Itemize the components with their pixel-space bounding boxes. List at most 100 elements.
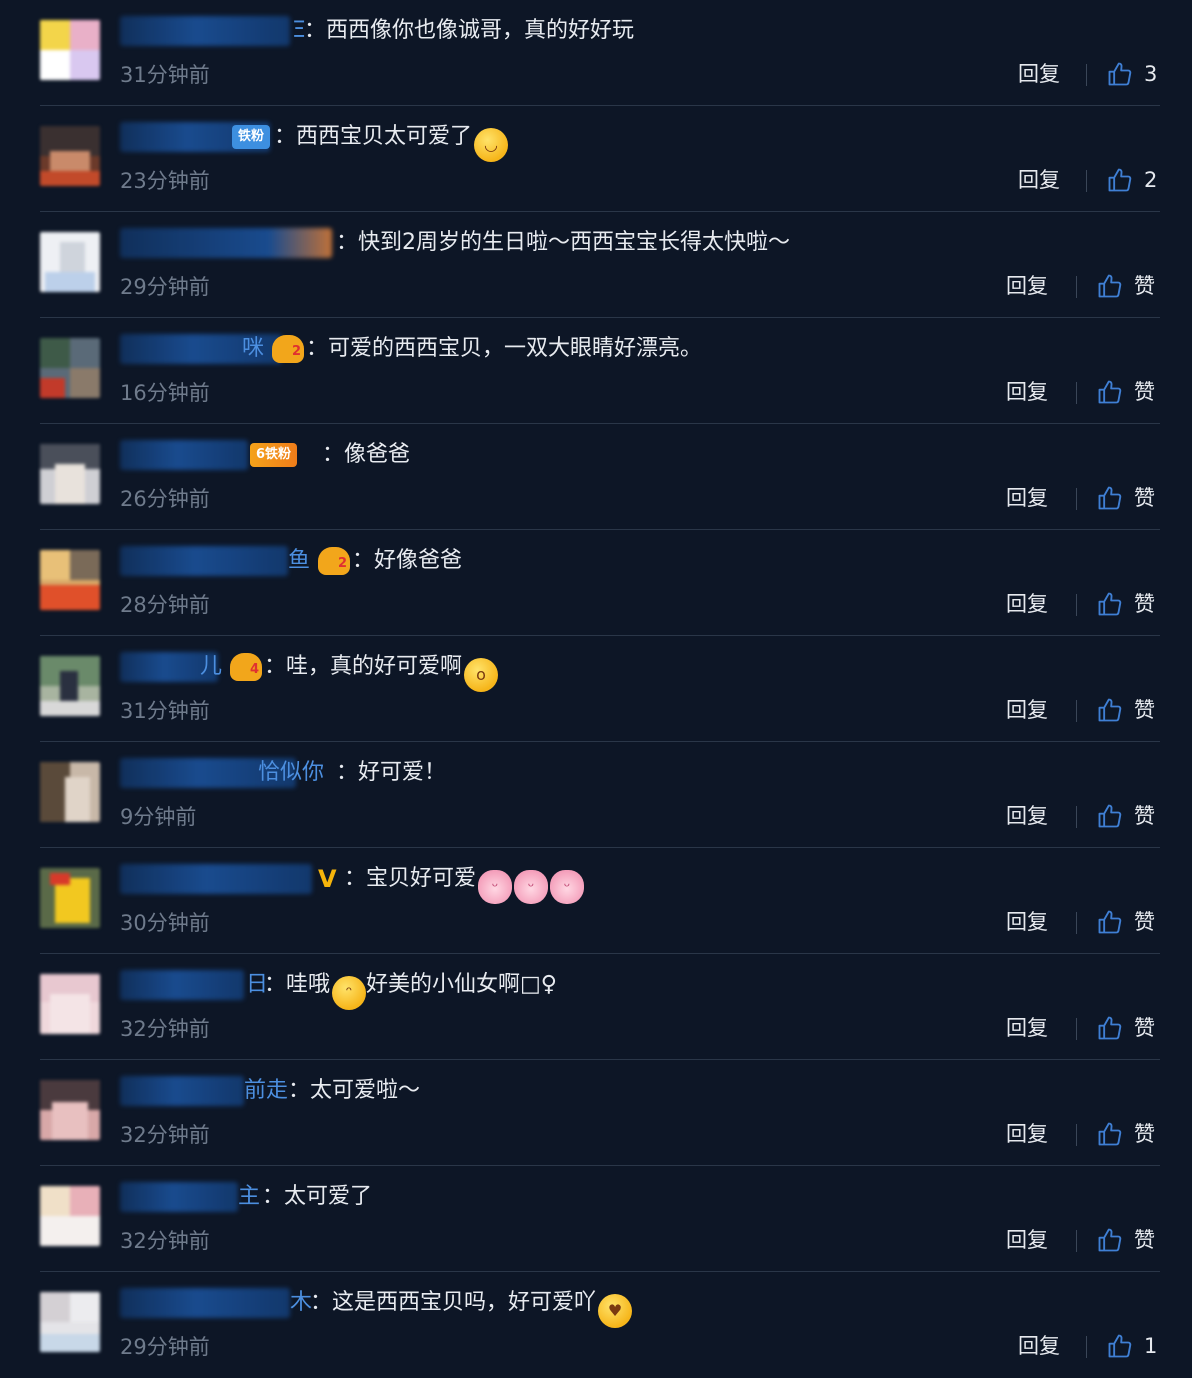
like-count[interactable]: 1 xyxy=(1144,1330,1157,1362)
avatar[interactable] xyxy=(40,974,100,1034)
fan-level-badge: 2 xyxy=(318,547,350,575)
like-count[interactable]: 3 xyxy=(1144,58,1157,90)
username-tail[interactable]: 鱼 xyxy=(288,546,310,576)
comment-item: 主 ：太可爱了 32分钟前 回复 赞 xyxy=(40,1166,1160,1272)
fan-level-badge: 2 xyxy=(272,335,304,363)
emoji-shy-icon: ᵔ xyxy=(332,976,367,1010)
username-blurred[interactable] xyxy=(120,440,248,470)
reply-button[interactable]: 回复 xyxy=(1006,270,1048,302)
timestamp: 30分钟前 xyxy=(120,911,210,935)
like-label[interactable]: 赞 xyxy=(1134,1224,1155,1256)
avatar[interactable] xyxy=(40,868,100,928)
reply-button[interactable]: 回复 xyxy=(1006,800,1048,832)
avatar[interactable] xyxy=(40,338,100,398)
reply-button[interactable]: 回复 xyxy=(1006,1012,1048,1044)
avatar[interactable] xyxy=(40,1186,100,1246)
comment-item: 儿 4 ：哇，真的好可爱啊 o 31分钟前 回复 赞 xyxy=(40,636,1160,742)
emoji-surprised-icon: o xyxy=(464,658,499,692)
timestamp: 29分钟前 xyxy=(120,275,210,299)
username-tail[interactable]: 主 xyxy=(238,1182,260,1212)
thumbs-up-icon[interactable] xyxy=(1096,484,1124,512)
avatar[interactable] xyxy=(40,762,100,822)
comment-item: 咪 2 ：可爱的西西宝贝，一双大眼睛好漂亮。 16分钟前 回复 赞 xyxy=(40,318,1160,424)
timestamp: 32分钟前 xyxy=(120,1123,210,1147)
thumbs-up-icon[interactable] xyxy=(1106,166,1134,194)
divider xyxy=(1076,700,1077,722)
reply-button[interactable]: 回复 xyxy=(1006,376,1048,408)
thumbs-up-icon[interactable] xyxy=(1096,378,1124,406)
username-blurred[interactable] xyxy=(120,228,332,258)
reply-button[interactable]: 回复 xyxy=(1018,164,1060,196)
like-label[interactable]: 赞 xyxy=(1134,270,1155,302)
comment-text: ：好像爸爸 xyxy=(352,548,463,573)
comment-text: ：这是西西宝贝吗，好可爱吖 ♥ xyxy=(310,1288,633,1328)
timestamp: 31分钟前 xyxy=(120,699,210,723)
thumbs-up-icon[interactable] xyxy=(1096,1120,1124,1148)
reply-button[interactable]: 回复 xyxy=(1006,588,1048,620)
username-blurred[interactable] xyxy=(120,970,244,1000)
divider xyxy=(1076,594,1077,616)
comment-text: ：太可爱啦～ xyxy=(288,1078,421,1103)
username-blurred[interactable] xyxy=(120,864,312,894)
avatar[interactable] xyxy=(40,444,100,504)
divider xyxy=(1076,382,1077,404)
username-blurred[interactable] xyxy=(120,1076,244,1106)
thumbs-up-icon[interactable] xyxy=(1096,908,1124,936)
divider xyxy=(1076,276,1077,298)
comment-text: ：西西像你也像诚哥，真的好好玩 xyxy=(304,18,635,43)
divider xyxy=(1076,1124,1077,1146)
avatar[interactable] xyxy=(40,656,100,716)
comment-text: ：哇哦 ᵔ 好美的小仙女啊□♀ xyxy=(264,970,557,1010)
username-tail[interactable]: 木 xyxy=(290,1288,312,1318)
emoji-pink-rabbit-icon: ᵕ xyxy=(550,870,585,904)
thumbs-up-icon[interactable] xyxy=(1096,272,1124,300)
timestamp: 31分钟前 xyxy=(120,63,210,87)
thumbs-up-icon[interactable] xyxy=(1096,696,1124,724)
timestamp: 16分钟前 xyxy=(120,381,210,405)
username-tail[interactable]: 咪 xyxy=(242,334,264,364)
like-label[interactable]: 赞 xyxy=(1134,800,1155,832)
username-blurred[interactable] xyxy=(120,546,288,576)
avatar[interactable] xyxy=(40,1080,100,1140)
thumbs-up-icon[interactable] xyxy=(1096,1014,1124,1042)
reply-button[interactable]: 回复 xyxy=(1006,482,1048,514)
thumbs-up-icon[interactable] xyxy=(1106,1332,1134,1360)
comment-item: 6铁粉 ：像爸爸 26分钟前 回复 赞 xyxy=(40,424,1160,530)
like-count[interactable]: 2 xyxy=(1144,164,1157,196)
like-label[interactable]: 赞 xyxy=(1134,1118,1155,1150)
like-label[interactable]: 赞 xyxy=(1134,906,1155,938)
avatar[interactable] xyxy=(40,20,100,80)
like-label[interactable]: 赞 xyxy=(1134,694,1155,726)
username-blurred[interactable] xyxy=(120,1288,290,1318)
avatar[interactable] xyxy=(40,126,100,186)
username-tail[interactable]: 恰似你 xyxy=(258,758,324,788)
avatar[interactable] xyxy=(40,232,100,292)
comment-item: 木 ：这是西西宝贝吗，好可爱吖 ♥ 29分钟前 回复 1 xyxy=(40,1272,1160,1378)
like-label[interactable]: 赞 xyxy=(1134,482,1155,514)
comment-item: 日 ：哇哦 ᵔ 好美的小仙女啊□♀ 32分钟前 回复 赞 xyxy=(40,954,1160,1060)
username-blurred[interactable] xyxy=(120,1182,238,1212)
thumbs-up-icon[interactable] xyxy=(1106,60,1134,88)
like-label[interactable]: 赞 xyxy=(1134,376,1155,408)
reply-button[interactable]: 回复 xyxy=(1006,694,1048,726)
like-label[interactable]: 赞 xyxy=(1134,1012,1155,1044)
fan-badge: 铁粉 xyxy=(232,125,271,149)
thumbs-up-icon[interactable] xyxy=(1096,802,1124,830)
avatar[interactable] xyxy=(40,1292,100,1352)
reply-button[interactable]: 回复 xyxy=(1018,1330,1060,1362)
reply-button[interactable]: 回复 xyxy=(1018,58,1060,90)
timestamp: 29分钟前 xyxy=(120,1335,210,1359)
thumbs-up-icon[interactable] xyxy=(1096,1226,1124,1254)
like-label[interactable]: 赞 xyxy=(1134,588,1155,620)
thumbs-up-icon[interactable] xyxy=(1096,590,1124,618)
reply-button[interactable]: 回复 xyxy=(1006,906,1048,938)
divider xyxy=(1076,1018,1077,1040)
avatar[interactable] xyxy=(40,550,100,610)
username-blurred[interactable] xyxy=(120,16,290,46)
comment-item: 鱼 2 ：好像爸爸 28分钟前 回复 赞 xyxy=(40,530,1160,636)
username-tail[interactable]: 前走 xyxy=(244,1076,288,1106)
reply-button[interactable]: 回复 xyxy=(1006,1224,1048,1256)
reply-button[interactable]: 回复 xyxy=(1006,1118,1048,1150)
comment-text: ：西西宝贝太可爱了 ◡ xyxy=(274,122,509,162)
username-tail[interactable]: 儿 xyxy=(200,652,222,682)
